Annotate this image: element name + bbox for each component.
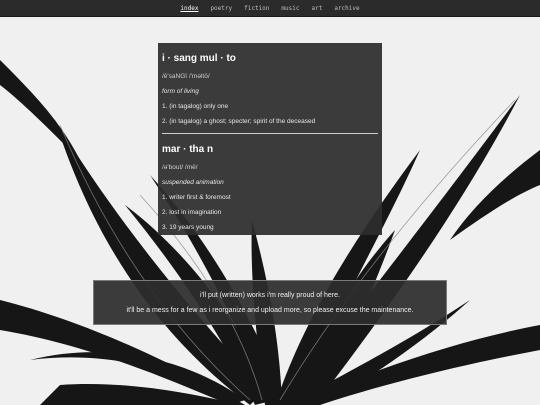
nav-link-art[interactable]: art — [311, 5, 322, 12]
entry-word: i · sang mul · to — [162, 53, 236, 64]
nav-link-music[interactable]: music — [281, 5, 299, 12]
entry-definition: 1. (in tagalog) only one — [162, 103, 229, 110]
entry-definition: 2. (in tagalog) a ghost; specter; spirit… — [162, 118, 316, 125]
dictionary-entry-martha: mar · tha n /ə'bout/ /mē/ suspended anim… — [162, 144, 378, 231]
definition-card: i · sang mul · to /ē'saNGī /'məltō/ form… — [158, 43, 382, 235]
entry-pronunciation: /ə'bout/ /mē/ — [162, 164, 198, 171]
dictionary-entry-isang-multo: i · sang mul · to /ē'saNGī /'məltō/ form… — [162, 53, 378, 125]
nav-link-fiction[interactable]: fiction — [244, 5, 269, 12]
notice-line-1: i'll put (written) works i'm really prou… — [200, 291, 340, 299]
entry-definition: 2. lost in imagination — [162, 209, 222, 216]
entry-pronunciation: /ē'saNGī /'məltō/ — [162, 73, 210, 80]
nav-link-archive[interactable]: archive — [334, 5, 359, 12]
entry-definition: 1. writer first & foremost — [162, 194, 231, 201]
entry-word: mar · tha n — [162, 144, 214, 155]
nav-link-index[interactable]: index — [180, 5, 198, 12]
nav-link-poetry[interactable]: poetry — [210, 5, 232, 12]
top-navigation: index poetry fiction music art archive — [0, 0, 540, 17]
entry-part-of-speech: suspended animation — [162, 179, 224, 186]
notice-line-2: it'll be a mess for a few as i reorganiz… — [126, 306, 414, 314]
entry-definition: 3. 19 years young — [162, 224, 214, 231]
entry-part-of-speech: form of living — [162, 88, 199, 95]
entry-divider — [162, 133, 378, 134]
maintenance-notice: i'll put (written) works i'm really prou… — [93, 280, 447, 325]
